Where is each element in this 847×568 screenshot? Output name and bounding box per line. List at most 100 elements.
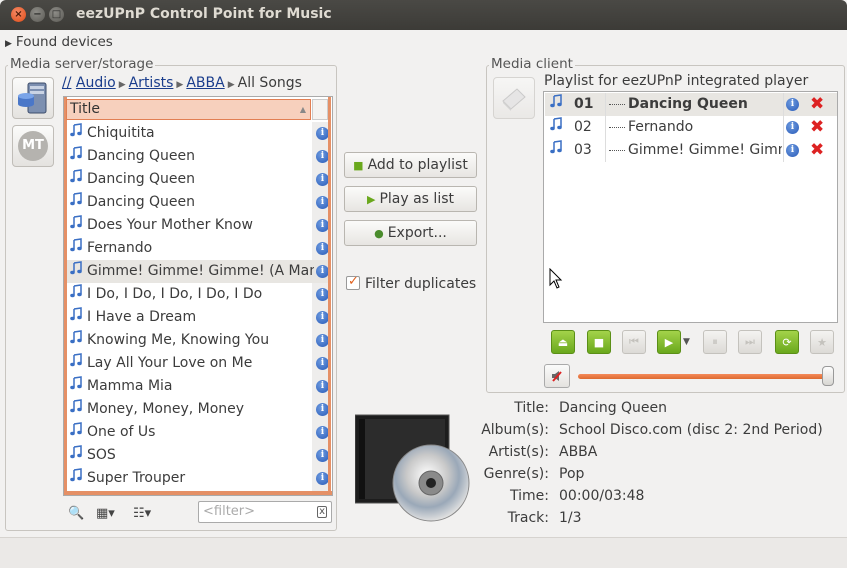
song-row[interactable]: Chiquitita i	[67, 122, 328, 145]
info-icon[interactable]: i	[316, 150, 328, 163]
title-value: Dancing Queen	[559, 400, 668, 416]
playlist-row[interactable]: 03 Gimme! Gimme! Gimme! (A Man After Midn…	[545, 139, 837, 162]
renderer-device-button[interactable]	[493, 77, 535, 119]
view-mode-icon[interactable]: ▦▾	[96, 506, 115, 521]
song-row[interactable]: Fernando i	[67, 237, 328, 260]
music-tag-button[interactable]: MT	[12, 125, 54, 167]
info-icon[interactable]: i	[786, 121, 799, 134]
repeat-button[interactable]: ⟳	[775, 330, 799, 354]
info-icon[interactable]: i	[786, 98, 799, 111]
play-mode-dropdown-icon[interactable]: ▼	[683, 337, 690, 347]
column-divider	[605, 116, 606, 139]
song-table[interactable]: Title ▲ Chiquitita i Dancing Queen i Dancing…	[63, 96, 333, 496]
music-note-icon	[550, 93, 563, 116]
previous-button[interactable]: ⏮	[622, 330, 646, 354]
track-label: Track:	[507, 510, 549, 526]
info-icon[interactable]: i	[316, 426, 328, 439]
pause-button[interactable]: ⏸	[703, 330, 727, 354]
volume-slider[interactable]	[578, 374, 830, 379]
song-row[interactable]: SOS i	[67, 444, 328, 467]
music-note-icon	[70, 260, 84, 283]
info-icon[interactable]: i	[316, 196, 328, 209]
delete-icon[interactable]: ✖	[810, 93, 824, 116]
filter-input[interactable]: <filter> x	[198, 501, 332, 523]
info-icon[interactable]: i	[316, 334, 328, 347]
search-icon[interactable]: 🔍	[68, 506, 84, 521]
info-icon[interactable]: i	[316, 403, 328, 416]
info-icon[interactable]: i	[316, 173, 328, 186]
play-button[interactable]: ▶	[657, 330, 681, 354]
clear-filter-icon[interactable]: x	[317, 506, 327, 518]
media-server-icon	[18, 82, 47, 114]
music-note-icon	[550, 139, 563, 162]
info-icon[interactable]: i	[316, 472, 328, 485]
export-button[interactable]: ● Export...	[344, 220, 477, 246]
column-divider	[605, 139, 606, 162]
play-as-list-button[interactable]: ▶ Play as list	[344, 186, 477, 212]
song-row[interactable]: One of Us i	[67, 421, 328, 444]
close-window-button[interactable]: ×	[11, 7, 26, 22]
mute-button[interactable]	[544, 364, 570, 388]
playlist-track-title: Fernando	[628, 119, 694, 135]
music-note-icon	[70, 283, 84, 306]
stop-button[interactable]: ■	[587, 330, 611, 354]
song-row[interactable]: Dancing Queen i	[67, 168, 328, 191]
info-icon[interactable]: i	[316, 380, 328, 393]
playlist-row[interactable]: 01 Dancing Queen i ✖	[545, 93, 837, 116]
favorite-button[interactable]: ★	[810, 330, 834, 354]
info-icon[interactable]: i	[316, 288, 328, 301]
song-row[interactable]: Dancing Queen i	[67, 191, 328, 214]
breadcrumb-audio-link[interactable]: Audio	[76, 75, 116, 91]
album-value: School Disco.com (disc 2: 2nd Period)	[559, 422, 823, 438]
info-icon[interactable]: i	[316, 357, 328, 370]
song-row[interactable]: I Have a Dream i	[67, 306, 328, 329]
volume-slider-handle[interactable]	[822, 366, 834, 386]
found-devices-expander[interactable]: ▶ Found devices	[5, 34, 113, 50]
music-note-icon	[70, 398, 84, 421]
star-icon: ★	[817, 335, 827, 349]
tree-connector	[609, 127, 625, 128]
export-label: Export...	[387, 225, 447, 241]
speaker-muted-icon	[552, 371, 562, 382]
info-icon[interactable]: i	[786, 144, 799, 157]
server-devices-button[interactable]	[12, 77, 54, 119]
song-row[interactable]: Knowing Me, Knowing You i	[67, 329, 328, 352]
info-icon[interactable]: i	[316, 219, 328, 232]
delete-icon[interactable]: ✖	[810, 139, 824, 162]
playlist-table[interactable]: 01 Dancing Queen i ✖ 02 Fernando i ✖ 03 Gimme! Gi…	[543, 91, 838, 323]
song-row[interactable]: Lay All Your Love on Me i	[67, 352, 328, 375]
info-icon[interactable]: i	[316, 449, 328, 462]
song-row[interactable]: Money, Money, Money i	[67, 398, 328, 421]
info-icon[interactable]: i	[316, 127, 328, 140]
song-row[interactable]: Dancing Queen i	[67, 145, 328, 168]
tree-connector	[609, 150, 625, 151]
info-icon[interactable]: i	[316, 242, 328, 255]
delete-icon[interactable]: ✖	[810, 116, 824, 139]
track-value: 1/3	[559, 510, 582, 526]
breadcrumb-artists-link[interactable]: Artists	[129, 75, 174, 91]
maximize-window-button[interactable]: □	[49, 7, 64, 22]
table-scroll-border	[328, 97, 331, 495]
cd-case-icon	[354, 414, 470, 522]
filter-duplicates-checkbox[interactable]: Filter duplicates	[346, 274, 476, 292]
next-icon: ⏭	[745, 335, 755, 348]
columns-icon[interactable]: ☷▾	[133, 506, 151, 521]
next-button[interactable]: ⏭	[738, 330, 762, 354]
breadcrumb-root-link[interactable]: //	[62, 75, 71, 91]
song-row[interactable]: Super Trouper i	[67, 467, 328, 490]
song-row[interactable]: Does Your Mother Know i	[67, 214, 328, 237]
song-row[interactable]: I Do, I Do, I Do, I Do, I Do i	[67, 283, 328, 306]
song-row[interactable]: Mamma Mia i	[67, 375, 328, 398]
song-row[interactable]: Gimme! Gimme! Gimme! (A Man After Midnig…	[67, 260, 328, 283]
add-to-playlist-button[interactable]: ■ Add to playlist	[344, 152, 477, 178]
mouse-cursor-icon	[549, 268, 563, 289]
eject-button[interactable]: ⏏	[551, 330, 575, 354]
playlist-row[interactable]: 02 Fernando i ✖	[545, 116, 837, 139]
column-divider	[605, 93, 606, 116]
title-column-header[interactable]: Title ▲	[66, 99, 311, 120]
info-icon[interactable]: i	[316, 265, 328, 278]
info-icon[interactable]: i	[316, 311, 328, 324]
breadcrumb-abba-link[interactable]: ABBA	[186, 75, 224, 91]
minimize-window-button[interactable]: −	[30, 7, 45, 22]
song-title: Does Your Mother Know	[87, 217, 253, 233]
